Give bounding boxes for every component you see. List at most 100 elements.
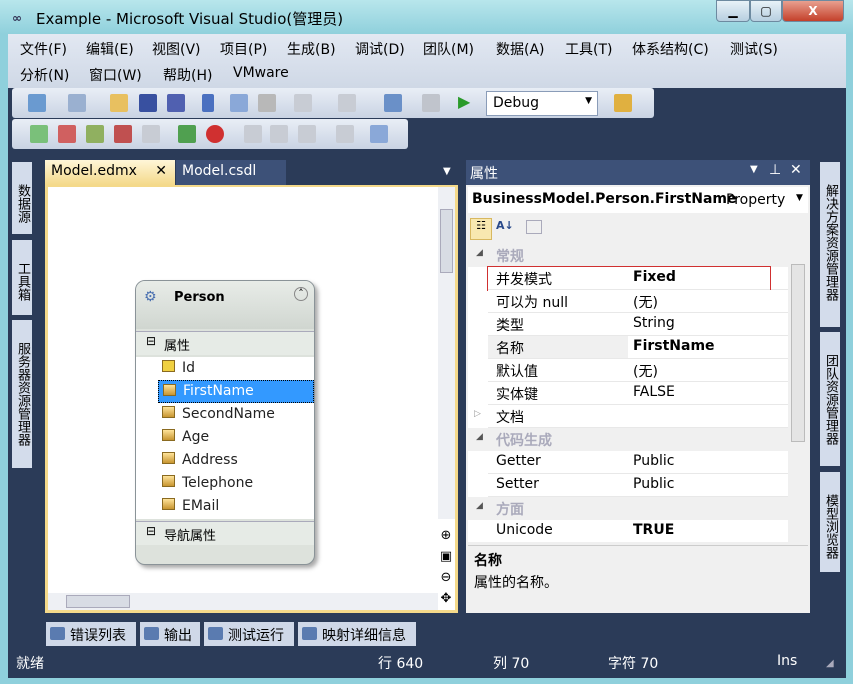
prop-row-type[interactable]: 类型 String [488, 313, 788, 336]
minimize-button[interactable]: ▁ [716, 0, 750, 22]
scroll-thumb[interactable] [440, 209, 453, 273]
menu-edit[interactable]: 编辑(E) [86, 39, 134, 59]
property-scrollbar[interactable] [788, 244, 808, 542]
properties-window-icon[interactable] [614, 94, 632, 112]
navigation-section[interactable]: ⊟ 导航属性 [136, 521, 314, 545]
tab-solution-explorer[interactable]: 解决方案资源管理器 [820, 162, 840, 327]
tool-icon[interactable] [370, 125, 388, 143]
run-tests-icon[interactable] [86, 125, 104, 143]
settings-icon[interactable] [298, 125, 316, 143]
tab-team-explorer[interactable]: 团队资源管理器 [820, 332, 840, 466]
menu-vmware[interactable]: VMware [233, 65, 289, 81]
add-item-icon[interactable] [68, 94, 86, 112]
property-pages-icon[interactable] [526, 220, 542, 234]
new-project-icon[interactable] [28, 94, 46, 112]
paste-icon[interactable] [258, 94, 276, 112]
menu-data[interactable]: 数据(A) [496, 39, 545, 59]
prop-row-unicode[interactable]: Unicode TRUE [488, 520, 788, 542]
save-all-icon[interactable] [167, 94, 185, 112]
menu-analyze[interactable]: 分析(N) [20, 65, 69, 85]
run-icon[interactable] [178, 125, 196, 143]
tab-toolbox[interactable]: 工具箱 [12, 240, 32, 315]
debug-tests-icon[interactable] [114, 125, 132, 143]
tab-output[interactable]: 输出 [140, 622, 200, 646]
tab-model-browser[interactable]: 模型浏览器 [820, 472, 840, 572]
scroll-thumb[interactable] [66, 595, 130, 608]
undo-icon[interactable] [294, 94, 312, 112]
maximize-button[interactable]: ▢ [750, 0, 782, 22]
prop-row-getter[interactable]: Getter Public [488, 451, 788, 474]
tab-model-csdl[interactable]: Model.csdl [176, 160, 286, 185]
menu-test[interactable]: 测试(S) [730, 39, 778, 59]
prop-row-entity-key[interactable]: 实体键 FALSE [488, 382, 788, 405]
copy-disabled-icon[interactable] [336, 125, 354, 143]
prop-value[interactable]: FALSE [633, 384, 675, 400]
menu-window[interactable]: 窗口(W) [89, 65, 142, 85]
tab-error-list[interactable]: 错误列表 [46, 622, 136, 646]
alphabetical-icon[interactable]: A↓ [496, 219, 514, 232]
solution-config-dropdown[interactable]: Debug ▼ [486, 91, 598, 116]
step-out-icon[interactable] [58, 125, 76, 143]
outdent-icon[interactable] [270, 125, 288, 143]
category-code-generation[interactable]: ◢ 代码生成 [468, 428, 788, 451]
prop-value[interactable]: String [633, 315, 675, 331]
copy-icon[interactable] [230, 94, 248, 112]
resize-grip-icon[interactable]: ◢ [826, 658, 834, 669]
pin-icon[interactable]: ⊥ [769, 162, 781, 178]
indent-icon[interactable] [244, 125, 262, 143]
close-panel-icon[interactable]: ✕ [790, 162, 802, 178]
close-button[interactable]: X [782, 0, 844, 22]
prop-row-name[interactable]: 名称 FirstName [488, 336, 788, 359]
entity-prop-age[interactable]: Age [158, 426, 314, 449]
prop-row-default[interactable]: 默认值 (无) [488, 359, 788, 382]
prop-row-setter[interactable]: Setter Public [488, 474, 788, 497]
menu-file[interactable]: 文件(F) [20, 39, 67, 59]
prop-value[interactable]: (无) [633, 361, 658, 381]
pan-icon[interactable]: ✥ [438, 588, 454, 609]
entity-prop-firstname[interactable]: FirstName [158, 380, 314, 403]
categorized-icon[interactable]: ☷ [470, 218, 492, 240]
menu-debug[interactable]: 调试(D) [355, 39, 405, 59]
step-into-icon[interactable] [30, 125, 48, 143]
menu-team[interactable]: 团队(M) [423, 39, 474, 59]
window-menu-icon[interactable]: ▼ [750, 164, 758, 175]
start-debug-icon[interactable]: ▶ [458, 92, 476, 111]
disabled-icon[interactable] [142, 125, 160, 143]
zoom-fit-icon[interactable]: ▣ [438, 546, 454, 567]
zoom-out-icon[interactable]: ⊖ [438, 567, 454, 588]
entity-prop-address[interactable]: Address [158, 449, 314, 472]
expand-icon[interactable]: ▷ [474, 409, 481, 419]
entity-person[interactable]: ⚙ Person ˄ ⊟ 属性 Id FirstName SecondName A… [135, 280, 315, 565]
tab-test-run[interactable]: 测试运行 [204, 622, 294, 646]
prop-value[interactable]: FirstName [633, 338, 715, 354]
prop-value[interactable]: TRUE [633, 522, 674, 538]
entity-prop-id[interactable]: Id [158, 357, 314, 380]
menu-build[interactable]: 生成(B) [287, 39, 336, 59]
zoom-in-icon[interactable]: ⊕ [438, 525, 454, 546]
category-general[interactable]: ◢ 常规 [468, 244, 788, 267]
prop-value[interactable]: Public [633, 453, 674, 469]
vertical-scrollbar[interactable] [438, 187, 455, 519]
menu-architecture[interactable]: 体系结构(C) [632, 39, 709, 59]
entity-prop-telephone[interactable]: Telephone [158, 472, 314, 495]
category-facets[interactable]: ◢ 方面 [468, 497, 788, 520]
object-selector[interactable]: BusinessModel.Person.FirstName Property … [468, 187, 808, 213]
menu-view[interactable]: 视图(V) [152, 39, 201, 59]
menu-project[interactable]: 项目(P) [220, 39, 267, 59]
tab-mapping-details[interactable]: 映射详细信息 [298, 622, 416, 646]
tab-model-edmx[interactable]: Model.edmx ✕ [45, 160, 175, 185]
open-file-icon[interactable] [110, 94, 128, 112]
properties-section[interactable]: ⊟ 属性 [136, 331, 314, 355]
prop-value[interactable]: (无) [633, 292, 658, 312]
prop-value[interactable]: Public [633, 476, 674, 492]
redo-icon[interactable] [338, 94, 356, 112]
navigate-icon[interactable] [384, 94, 402, 112]
scroll-thumb[interactable] [791, 264, 805, 442]
cut-icon[interactable] [202, 94, 214, 112]
prop-row-nullable[interactable]: 可以为 null (无) [488, 290, 788, 313]
menu-help[interactable]: 帮助(H) [163, 65, 212, 85]
entity-prop-email[interactable]: EMail [158, 495, 314, 518]
tab-server-explorer[interactable]: 服务器资源管理器 [12, 320, 32, 468]
save-icon[interactable] [139, 94, 157, 112]
prop-row-documentation[interactable]: ▷ 文档 [474, 405, 788, 428]
